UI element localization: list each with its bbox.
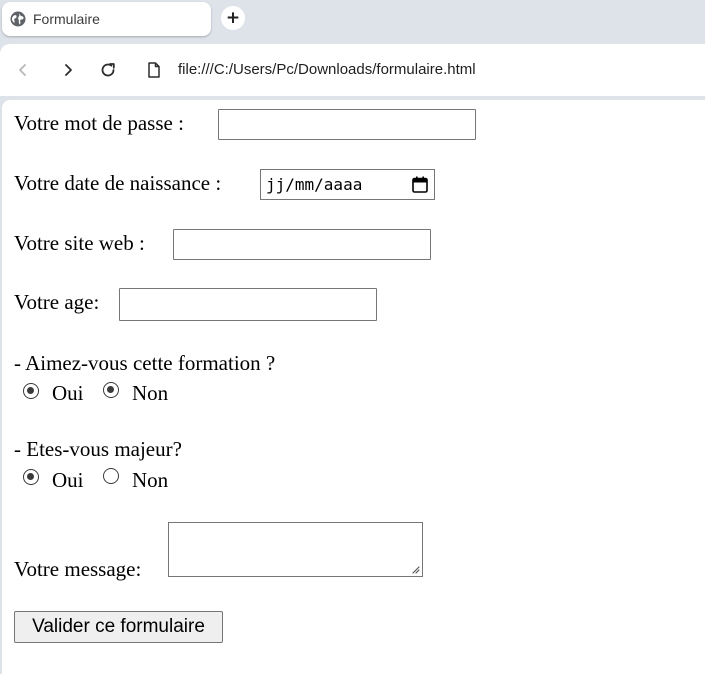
calendar-icon[interactable] bbox=[412, 176, 428, 193]
forward-button[interactable] bbox=[56, 58, 80, 82]
formation-oui-radio[interactable] bbox=[23, 383, 39, 399]
reload-icon bbox=[101, 63, 115, 77]
message-label: Votre message: bbox=[14, 557, 142, 581]
website-input[interactable] bbox=[173, 229, 431, 260]
majeur-oui-radio[interactable] bbox=[23, 469, 39, 485]
file-icon bbox=[148, 62, 160, 78]
formation-non-label: Non bbox=[132, 381, 169, 405]
address-bar[interactable]: file:///C:/Users/Pc/Downloads/formulaire… bbox=[178, 61, 476, 78]
reload-button[interactable] bbox=[96, 58, 120, 82]
formation-oui-label: Oui bbox=[52, 381, 84, 405]
password-label: Votre mot de passe : bbox=[14, 111, 184, 135]
arrow-left-icon bbox=[19, 64, 26, 76]
message-textarea[interactable] bbox=[168, 522, 423, 577]
page-info-button[interactable] bbox=[142, 58, 166, 82]
password-input[interactable] bbox=[218, 109, 476, 140]
formation-non-radio[interactable] bbox=[103, 382, 119, 398]
globe-icon bbox=[10, 11, 26, 27]
birthdate-placeholder: jj/mm/aaaa bbox=[266, 175, 363, 194]
browser-tab[interactable]: Formulaire bbox=[2, 2, 211, 36]
website-label: Votre site web : bbox=[14, 231, 145, 255]
submit-button[interactable]: Valider ce formulaire bbox=[14, 611, 223, 643]
majeur-oui-label: Oui bbox=[52, 468, 84, 492]
plus-icon: + bbox=[225, 7, 241, 28]
arrow-right-icon bbox=[65, 64, 72, 76]
browser-toolbar: file:///C:/Users/Pc/Downloads/formulaire… bbox=[0, 44, 705, 96]
age-label: Votre age: bbox=[14, 290, 100, 314]
birthdate-input[interactable]: jj/mm/aaaa bbox=[260, 169, 435, 200]
back-button[interactable] bbox=[11, 58, 35, 82]
question-formation: - Aimez-vous cette formation ? bbox=[14, 351, 276, 375]
majeur-non-radio[interactable] bbox=[103, 468, 119, 484]
birthdate-label: Votre date de naissance : bbox=[14, 171, 222, 195]
tab-title: Formulaire bbox=[33, 11, 100, 27]
age-input[interactable] bbox=[119, 288, 377, 321]
tab-strip: Formulaire + bbox=[0, 0, 705, 44]
page-content: Votre mot de passe : Votre date de naiss… bbox=[2, 100, 705, 674]
resize-grip-icon[interactable] bbox=[411, 565, 420, 574]
new-tab-button[interactable]: + bbox=[221, 6, 245, 30]
majeur-non-label: Non bbox=[132, 468, 169, 492]
question-majeur: - Etes-vous majeur? bbox=[14, 437, 182, 461]
